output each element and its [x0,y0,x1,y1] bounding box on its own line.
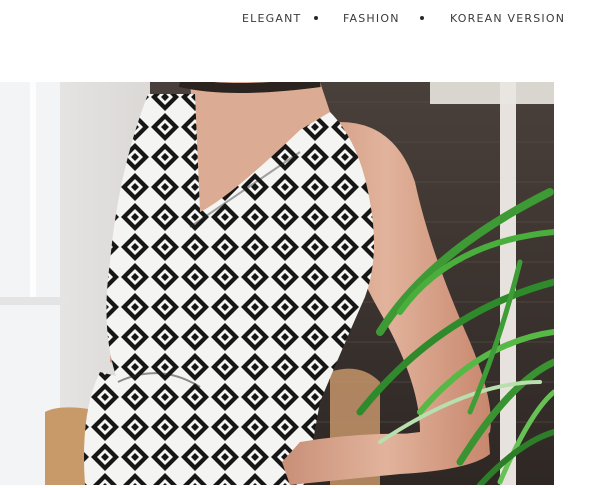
tag-korean-version[interactable]: KOREAN VERSION [450,12,565,25]
tag-fashion[interactable]: FASHION [343,12,400,25]
tag-elegant[interactable]: ELEGANT [242,12,301,25]
product-photo [0,82,554,485]
tag-nav: ELEGANT FASHION KOREAN VERSION [0,0,597,38]
tag-separator [420,16,424,20]
tag-separator [314,16,318,20]
